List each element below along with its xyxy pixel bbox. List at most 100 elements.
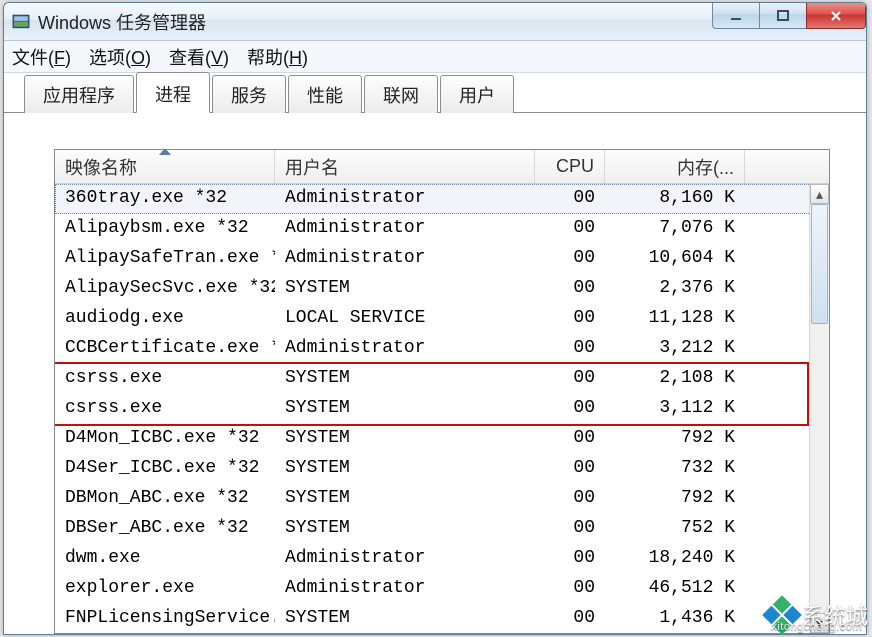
cell-memory: 2,108 K bbox=[605, 364, 745, 394]
cell-memory: 11,128 K bbox=[605, 304, 745, 334]
scrollbar-track[interactable] bbox=[810, 204, 829, 613]
cell-cpu: 00 bbox=[535, 244, 605, 274]
table-row[interactable]: 360tray.exe *32Administrator008,160 K bbox=[55, 184, 829, 214]
cell-memory: 18,240 K bbox=[605, 544, 745, 574]
menu-bar: 文件(F) 选项(O) 查看(V) 帮助(H) bbox=[4, 41, 866, 73]
tab-content: 映像名称 用户名 CPU 内存(... 360tray.exe *32Admin… bbox=[18, 119, 852, 634]
cell-image-name: Alipaybsm.exe *32 bbox=[55, 214, 275, 244]
process-list[interactable]: 映像名称 用户名 CPU 内存(... 360tray.exe *32Admin… bbox=[54, 149, 830, 634]
table-row[interactable]: D4Mon_ICBC.exe *32SYSTEM00792 K bbox=[55, 424, 829, 454]
cell-image-name: audiodg.exe bbox=[55, 304, 275, 334]
close-button[interactable] bbox=[806, 3, 866, 29]
table-row[interactable]: audiodg.exeLOCAL SERVICE0011,128 K bbox=[55, 304, 829, 334]
table-row[interactable]: DBMon_ABC.exe *32SYSTEM00792 K bbox=[55, 484, 829, 514]
cell-memory: 10,604 K bbox=[605, 244, 745, 274]
vertical-scrollbar[interactable]: ▴ ▾ bbox=[809, 184, 829, 633]
cell-cpu: 00 bbox=[535, 214, 605, 244]
cell-image-name: DBSer_ABC.exe *32 bbox=[55, 514, 275, 544]
cell-cpu: 00 bbox=[535, 304, 605, 334]
cell-cpu: 00 bbox=[535, 334, 605, 364]
cell-cpu: 00 bbox=[535, 184, 605, 214]
tab-users[interactable]: 用户 bbox=[440, 75, 514, 113]
sort-ascending-icon bbox=[159, 149, 171, 155]
cell-cpu: 00 bbox=[535, 544, 605, 574]
column-header-memory[interactable]: 内存(... bbox=[605, 150, 745, 183]
window-title: Windows 任务管理器 bbox=[38, 9, 206, 35]
table-row[interactable]: AlipaySafeTran.exe *32Administrator0010,… bbox=[55, 244, 829, 274]
tab-processes[interactable]: 进程 bbox=[136, 72, 210, 113]
window-controls bbox=[713, 3, 866, 31]
cell-user-name: SYSTEM bbox=[275, 394, 535, 424]
column-header-cpu[interactable]: CPU bbox=[535, 150, 605, 183]
process-rows: 360tray.exe *32Administrator008,160 KAli… bbox=[55, 184, 829, 634]
tab-performance[interactable]: 性能 bbox=[288, 75, 362, 113]
cell-image-name: D4Mon_ICBC.exe *32 bbox=[55, 424, 275, 454]
cell-cpu: 00 bbox=[535, 424, 605, 454]
scrollbar-thumb[interactable] bbox=[811, 204, 828, 324]
cell-cpu: 00 bbox=[535, 394, 605, 424]
tab-services[interactable]: 服务 bbox=[212, 75, 286, 113]
cell-user-name: SYSTEM bbox=[275, 484, 535, 514]
table-row[interactable]: CCBCertificate.exe *32Administrator003,2… bbox=[55, 334, 829, 364]
menu-options[interactable]: 选项(O) bbox=[89, 44, 151, 70]
maximize-button[interactable] bbox=[759, 3, 807, 29]
cell-memory: 8,160 K bbox=[605, 184, 745, 214]
cell-memory: 3,212 K bbox=[605, 334, 745, 364]
cell-memory: 752 K bbox=[605, 514, 745, 544]
table-row[interactable]: Alipaybsm.exe *32Administrator007,076 K bbox=[55, 214, 829, 244]
cell-memory: 2,376 K bbox=[605, 274, 745, 304]
table-row[interactable]: csrss.exeSYSTEM003,112 K bbox=[55, 394, 829, 424]
tab-networking[interactable]: 联网 bbox=[364, 75, 438, 113]
cell-user-name: SYSTEM bbox=[275, 454, 535, 484]
cell-memory: 3,112 K bbox=[605, 394, 745, 424]
cell-cpu: 00 bbox=[535, 604, 605, 634]
cell-cpu: 00 bbox=[535, 514, 605, 544]
cell-user-name: Administrator bbox=[275, 244, 535, 274]
cell-user-name: SYSTEM bbox=[275, 274, 535, 304]
table-row[interactable]: D4Ser_ICBC.exe *32SYSTEM00732 K bbox=[55, 454, 829, 484]
menu-help[interactable]: 帮助(H) bbox=[247, 44, 308, 70]
cell-memory: 1,436 K bbox=[605, 604, 745, 634]
cell-image-name: CCBCertificate.exe *32 bbox=[55, 334, 275, 364]
scroll-up-button[interactable]: ▴ bbox=[810, 184, 829, 204]
cell-memory: 792 K bbox=[605, 484, 745, 514]
cell-image-name: csrss.exe bbox=[55, 394, 275, 424]
table-row[interactable]: explorer.exeAdministrator0046,512 K bbox=[55, 574, 829, 604]
cell-image-name: D4Ser_ICBC.exe *32 bbox=[55, 454, 275, 484]
menu-file[interactable]: 文件(F) bbox=[12, 44, 71, 70]
cell-image-name: explorer.exe bbox=[55, 574, 275, 604]
title-bar[interactable]: Windows 任务管理器 bbox=[4, 3, 866, 41]
table-row[interactable]: csrss.exeSYSTEM002,108 K bbox=[55, 364, 829, 394]
cell-user-name: SYSTEM bbox=[275, 514, 535, 544]
app-icon bbox=[12, 13, 30, 31]
cell-image-name: 360tray.exe *32 bbox=[55, 184, 275, 214]
tab-applications[interactable]: 应用程序 bbox=[24, 75, 134, 113]
column-header-image-name[interactable]: 映像名称 bbox=[55, 150, 275, 183]
cell-image-name: dwm.exe bbox=[55, 544, 275, 574]
cell-image-name: csrss.exe bbox=[55, 364, 275, 394]
menu-view[interactable]: 查看(V) bbox=[169, 44, 229, 70]
table-row[interactable]: DBSer_ABC.exe *32SYSTEM00752 K bbox=[55, 514, 829, 544]
column-header-user-name[interactable]: 用户名 bbox=[275, 150, 535, 183]
cell-user-name: Administrator bbox=[275, 544, 535, 574]
cell-user-name: SYSTEM bbox=[275, 424, 535, 454]
cell-user-name: Administrator bbox=[275, 574, 535, 604]
minimize-button[interactable] bbox=[712, 3, 760, 29]
cell-cpu: 00 bbox=[535, 274, 605, 304]
tab-strip: 应用程序 进程 服务 性能 联网 用户 bbox=[4, 79, 866, 113]
scroll-down-button[interactable]: ▾ bbox=[810, 613, 829, 633]
task-manager-window: Windows 任务管理器 文件(F) 选项(O) 查看(V) 帮助(H) 应用… bbox=[3, 2, 867, 635]
table-row[interactable]: FNPLicensingService...SYSTEM001,436 K bbox=[55, 604, 829, 634]
cell-memory: 792 K bbox=[605, 424, 745, 454]
cell-image-name: AlipaySafeTran.exe *32 bbox=[55, 244, 275, 274]
cell-image-name: DBMon_ABC.exe *32 bbox=[55, 484, 275, 514]
table-row[interactable]: dwm.exeAdministrator0018,240 K bbox=[55, 544, 829, 574]
cell-memory: 46,512 K bbox=[605, 574, 745, 604]
cell-cpu: 00 bbox=[535, 364, 605, 394]
table-row[interactable]: AlipaySecSvc.exe *32SYSTEM002,376 K bbox=[55, 274, 829, 304]
cell-cpu: 00 bbox=[535, 574, 605, 604]
cell-cpu: 00 bbox=[535, 484, 605, 514]
cell-user-name: Administrator bbox=[275, 184, 535, 214]
cell-memory: 732 K bbox=[605, 454, 745, 484]
cell-user-name: LOCAL SERVICE bbox=[275, 304, 535, 334]
